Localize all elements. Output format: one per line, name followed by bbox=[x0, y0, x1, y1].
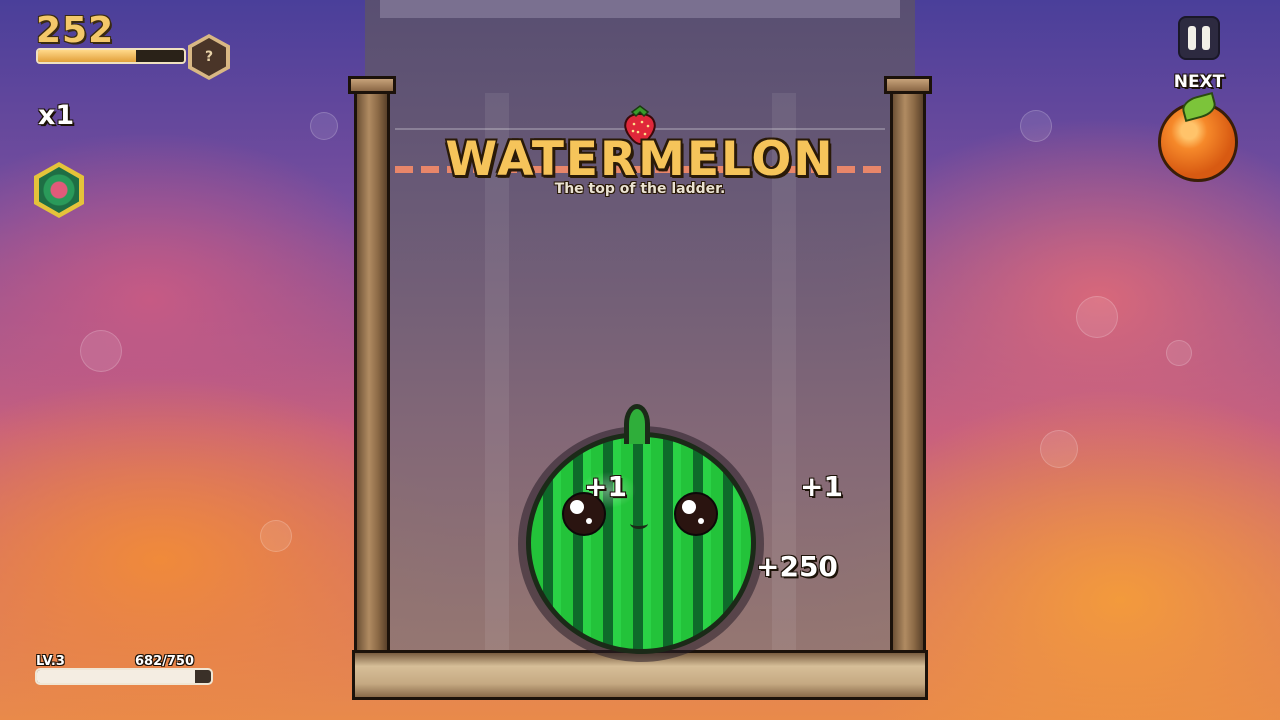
bokeh-particle bbox=[1166, 340, 1192, 366]
powerup-badge[interactable] bbox=[34, 162, 84, 218]
next-fruit-label: NEXT bbox=[1173, 72, 1225, 92]
help-button[interactable]: ? bbox=[188, 34, 230, 80]
pause-button[interactable] bbox=[1178, 16, 1220, 60]
experience-fill bbox=[37, 670, 196, 683]
help-label: ? bbox=[192, 38, 226, 76]
bokeh-particle bbox=[1020, 110, 1052, 142]
powerup-icon bbox=[39, 167, 79, 213]
score-value: 252 bbox=[36, 10, 115, 51]
score-popup: +1 bbox=[584, 470, 627, 503]
merge-announcement-title: WATERMELON bbox=[445, 132, 835, 187]
experience-counter: 682/750 bbox=[135, 654, 195, 669]
bokeh-particle bbox=[260, 520, 292, 552]
bokeh-particle bbox=[310, 112, 338, 140]
score-multiplier: x1 bbox=[38, 100, 75, 131]
bokeh-particle bbox=[80, 330, 122, 372]
pause-icon bbox=[1202, 26, 1210, 50]
experience-bar bbox=[35, 668, 213, 685]
score-popup: +250 bbox=[756, 550, 838, 583]
bokeh-particle bbox=[1076, 296, 1118, 338]
play-box-top bbox=[380, 0, 900, 18]
right-post-cap bbox=[884, 76, 932, 94]
left-post-cap bbox=[348, 76, 396, 94]
watermelon-fruit bbox=[526, 432, 756, 654]
watermelon-mouth bbox=[630, 518, 648, 529]
watermelon-right-eye bbox=[674, 492, 718, 536]
merge-announcement-subtitle: The top of the ladder. bbox=[554, 181, 726, 197]
watermelon-stem bbox=[624, 404, 650, 444]
pause-icon bbox=[1188, 26, 1196, 50]
score-progress-fill bbox=[38, 50, 136, 62]
player-level: LV.3 bbox=[36, 654, 65, 669]
bokeh-particle bbox=[1040, 430, 1078, 468]
score-popup: +1 bbox=[800, 470, 843, 503]
score-progress-bar bbox=[36, 48, 186, 64]
